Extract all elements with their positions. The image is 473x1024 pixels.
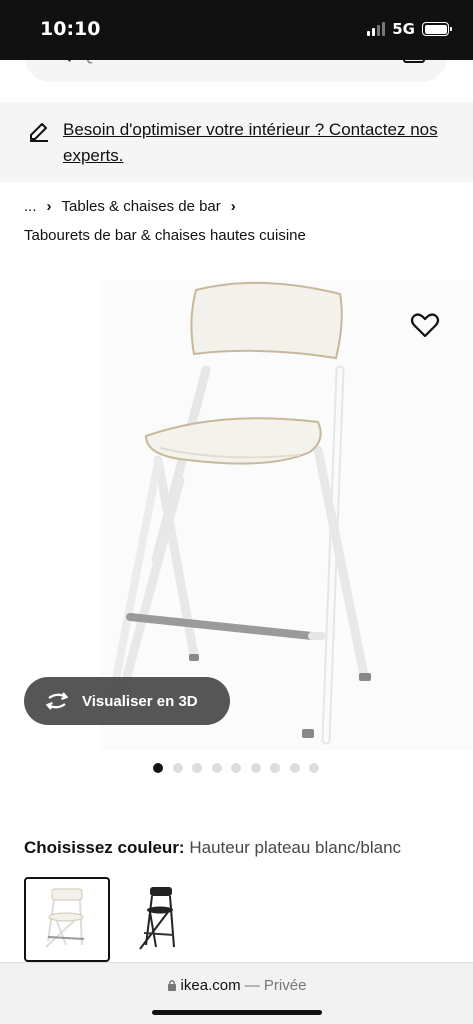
color-label: Choisissez couleur: xyxy=(24,838,185,857)
url-domain: ikea.com xyxy=(180,977,241,994)
black-chair-thumbnail xyxy=(139,887,175,950)
carousel-dot[interactable] xyxy=(309,763,319,773)
carousel-dot[interactable] xyxy=(231,763,241,773)
status-bar-overlay: 10:10 5G xyxy=(0,0,473,60)
heart-icon[interactable] xyxy=(409,310,441,340)
color-swatch-black[interactable] xyxy=(114,877,200,962)
network-label: 5G xyxy=(392,20,415,38)
color-value: Hauteur plateau blanc/blanc xyxy=(189,838,402,857)
carousel-dot[interactable] xyxy=(211,763,222,773)
carousel-dot[interactable] xyxy=(270,763,280,773)
pencil-icon xyxy=(30,123,48,142)
status-time-label: 10:10 xyxy=(40,18,101,40)
url-display[interactable]: ikea.com — Privée xyxy=(0,977,473,994)
status-icons: 5G xyxy=(367,20,452,38)
contact-experts-link[interactable]: Besoin d'optimiser votre intérieur ? Con… xyxy=(63,117,448,169)
carousel-dot[interactable] xyxy=(153,763,163,773)
lock-icon xyxy=(167,980,176,991)
visualize-3d-label: Visualiser en 3D xyxy=(82,692,198,710)
carousel-dot[interactable] xyxy=(192,763,202,773)
visualize-3d-button[interactable]: Visualiser en 3D xyxy=(24,677,230,725)
rotate-3d-icon xyxy=(45,692,69,710)
carousel-dot[interactable] xyxy=(172,763,183,773)
breadcrumb: ... › Tables & chaises de bar › xyxy=(24,198,236,215)
battery-indicator-icon xyxy=(422,22,452,36)
expert-banner: Besoin d'optimiser votre intérieur ? Con… xyxy=(0,102,473,182)
carousel-dot[interactable] xyxy=(250,763,261,773)
breadcrumb-ellipsis[interactable]: ... xyxy=(24,198,37,215)
breadcrumb-current-category[interactable]: Tabourets de bar & chaises hautes cuisin… xyxy=(24,227,306,244)
white-chair-thumbnail xyxy=(45,888,85,948)
chevron-right-icon: › xyxy=(46,198,52,215)
breadcrumb-item-tables-chaises-bar[interactable]: Tables & chaises de bar xyxy=(62,198,221,215)
image-carousel-dots[interactable] xyxy=(153,763,319,773)
cellular-signal-icon xyxy=(367,22,386,36)
home-indicator[interactable] xyxy=(152,1010,322,1015)
color-selector-label: Choisissez couleur: Hauteur plateau blan… xyxy=(24,838,401,858)
carousel-dot[interactable] xyxy=(289,763,300,773)
color-swatch-white[interactable] xyxy=(24,877,110,962)
private-mode-label: Privée xyxy=(263,977,307,994)
url-separator: — xyxy=(244,977,260,994)
chevron-right-icon: › xyxy=(230,198,236,215)
browser-address-bar[interactable]: ikea.com — Privée xyxy=(0,962,473,1024)
